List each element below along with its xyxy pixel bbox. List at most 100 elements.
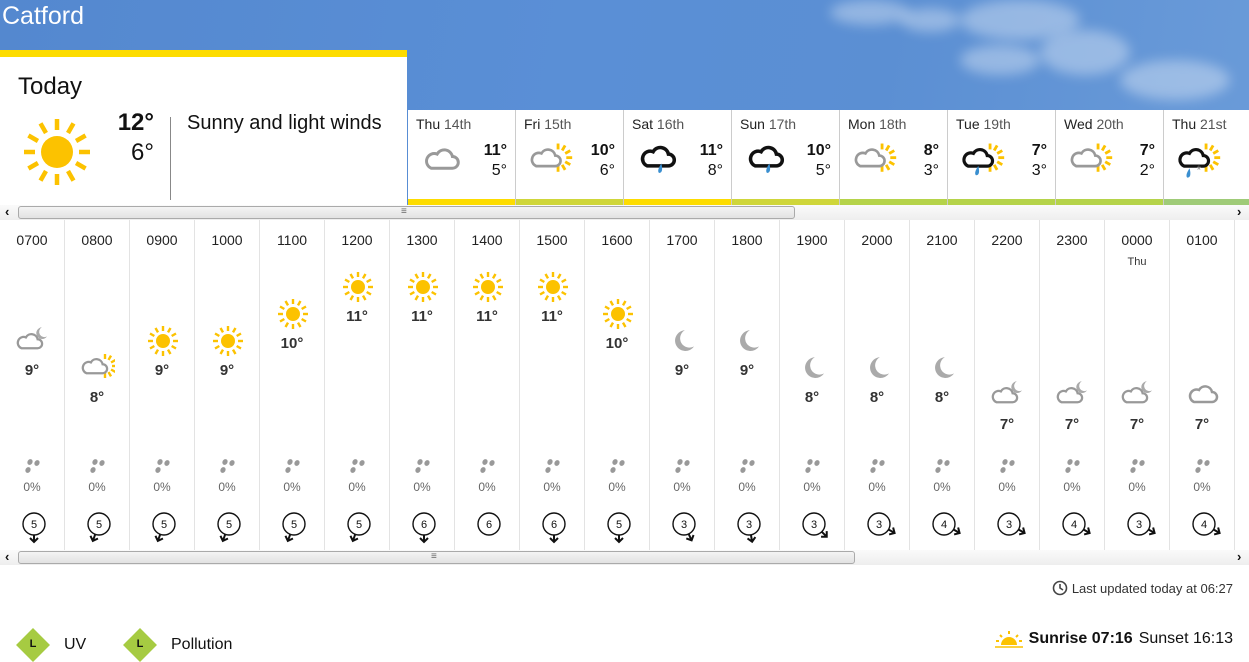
sunny-icon — [538, 272, 568, 302]
sun-cloud-icon — [530, 143, 573, 172]
scroll-right-icon[interactable]: › — [1237, 549, 1241, 564]
raindrops-icon — [90, 459, 105, 473]
day-label: Mon 18th — [848, 116, 906, 132]
wind-direction-icon: 5 — [152, 512, 176, 543]
rain-chance: 0% — [543, 480, 561, 494]
hourly-scrollbar[interactable]: ‹ ≡ › — [0, 549, 1249, 565]
hour-time: 1000 — [211, 232, 243, 248]
hour-column[interactable]: 1200 11° 0% 5 — [325, 220, 390, 550]
clock-icon — [1052, 580, 1068, 596]
hour-time: 0700 — [16, 232, 48, 248]
day-date: 18th — [879, 116, 907, 132]
pollution-level: L — [136, 638, 144, 650]
today-high-temp: 12° — [117, 109, 154, 136]
day-tab[interactable]: Wed 20th 7° 2° — [1056, 110, 1164, 205]
pollution-label: Pollution — [171, 636, 233, 653]
today-summary-card[interactable]: Today 12° 6° Sunny and light winds — [0, 50, 407, 205]
hour-column[interactable]: 0900 9° 0% 5 — [130, 220, 195, 550]
hour-temp: 7° — [1064, 416, 1080, 433]
day-tab[interactable]: Fri 15th 10° 6° — [516, 110, 624, 205]
scrollbar-thumb[interactable]: ≡ — [18, 551, 855, 564]
day-name: Mon — [848, 116, 876, 132]
day-high-temp: 8° — [923, 142, 939, 159]
hour-column[interactable]: 1600 10° 0% 5 — [585, 220, 650, 550]
day-label: Thu 21st — [1172, 116, 1226, 132]
hourly-forecast: 0700 9° 0% 5 0800 8° 0% 5 0900 9° 0% 5 1… — [0, 220, 1249, 550]
wind-speed: 3 — [1006, 519, 1012, 531]
hour-column[interactable]: 2300 7° 0% 4 — [1040, 220, 1105, 550]
wind-direction-icon: 5 — [87, 512, 111, 543]
last-updated-text: Last updated today at 06:27 — [1071, 580, 1233, 596]
hour-column[interactable]: 1000 9° 0% 5 — [195, 220, 260, 550]
moon-icon — [870, 357, 889, 378]
hour-column[interactable]: 2000 8° 0% 3 — [845, 220, 910, 550]
hour-time: 1800 — [731, 232, 763, 248]
hour-column[interactable]: 0700 9° 0% 5 — [0, 220, 65, 550]
scroll-left-icon[interactable]: ‹ — [5, 204, 9, 219]
hour-column[interactable]: 0100 7° 0% 4 — [1170, 220, 1235, 550]
hour-temp: 10° — [605, 335, 629, 352]
wind-direction-icon: 5 — [607, 512, 631, 544]
uv-indicator[interactable]: L UV — [16, 628, 86, 662]
sunrise-icon — [994, 631, 1023, 648]
day-date: 19th — [983, 116, 1011, 132]
day-tab[interactable]: Thu 14th 11° 5° — [408, 110, 516, 205]
day-high-temp: 10° — [806, 142, 831, 159]
day-high-temp: 7° — [1031, 142, 1047, 159]
wind-speed: 5 — [96, 519, 102, 531]
day-tab[interactable]: Thu 21st * — [1164, 110, 1249, 205]
rain-chance: 0% — [153, 480, 171, 494]
rain-chance: 0% — [933, 480, 951, 494]
sun-cloud-icon — [81, 354, 115, 378]
wind-speed: 3 — [811, 519, 817, 531]
day-tab[interactable]: Sat 16th 11° 8° — [624, 110, 732, 205]
raindrops-icon — [545, 459, 560, 473]
sunny-icon — [343, 272, 373, 302]
raindrops-icon — [25, 459, 40, 473]
hour-column[interactable]: 0000 Thu 7° 0% 3 — [1105, 220, 1170, 550]
daily-scrollbar[interactable]: ‹ ≡ › — [0, 204, 1249, 220]
day-low-temp: 2° — [1139, 162, 1155, 179]
day-name: Sat — [632, 116, 654, 132]
today-low-temp: 6° — [131, 139, 154, 166]
hour-column[interactable]: 0800 8° 0% 5 — [65, 220, 130, 550]
raindrops-icon — [870, 459, 885, 473]
day-low-temp: 8° — [707, 162, 723, 179]
hour-column[interactable]: 1300 11° 0% 6 — [390, 220, 455, 550]
hour-time: 1700 — [666, 232, 698, 248]
hour-column[interactable]: 1700 9° 0% 3 — [650, 220, 715, 550]
cloud-icon — [1188, 385, 1219, 404]
hour-column[interactable]: 1400 11° 0% 6 — [455, 220, 520, 550]
rain-chance: 0% — [608, 480, 626, 494]
day-tab[interactable]: Mon 18th 8° 3° — [840, 110, 948, 205]
cloud-icon — [425, 148, 460, 170]
hour-time: 2300 — [1056, 232, 1088, 248]
scroll-left-icon[interactable]: ‹ — [5, 549, 9, 564]
pollution-indicator[interactable]: L Pollution — [123, 628, 232, 662]
scrollbar-thumb[interactable]: ≡ — [18, 206, 795, 219]
scroll-right-icon[interactable]: › — [1237, 204, 1241, 219]
sunrise-time: Sunrise 07:16 — [1028, 630, 1133, 647]
hour-column[interactable]: 2100 8° 0% 4 — [910, 220, 975, 550]
raindrops-icon — [675, 459, 690, 473]
hour-column[interactable]: 1500 11° 0% 6 — [520, 220, 585, 550]
hour-column[interactable]: 1800 9° 0% 3 — [715, 220, 780, 550]
hour-column[interactable]: 1100 10° 0% 5 — [260, 220, 325, 550]
hour-time: 0800 — [81, 232, 113, 248]
day-tab[interactable]: Sun 17th 10° 5° — [732, 110, 840, 205]
rain-chance: 0% — [803, 480, 821, 494]
uv-level: L — [29, 638, 37, 650]
rain-chance: 0% — [868, 480, 886, 494]
wind-direction-icon: 6 — [477, 512, 501, 536]
day-tab[interactable]: Tue 19th 7° 3° — [948, 110, 1056, 205]
wind-speed: 5 — [226, 519, 232, 531]
raindrops-icon — [1065, 459, 1080, 473]
day-label: Sat 16th — [632, 116, 684, 132]
hour-column[interactable] — [1235, 220, 1249, 550]
wind-direction-icon: 3 — [737, 512, 761, 544]
hour-column[interactable]: 1900 8° 0% 3 — [780, 220, 845, 550]
wind-direction-icon: 4 — [1192, 512, 1221, 536]
raindrops-icon — [1195, 459, 1210, 473]
hour-column[interactable]: 2200 7° 0% 3 — [975, 220, 1040, 550]
grip-icon: ≡ — [401, 206, 407, 217]
